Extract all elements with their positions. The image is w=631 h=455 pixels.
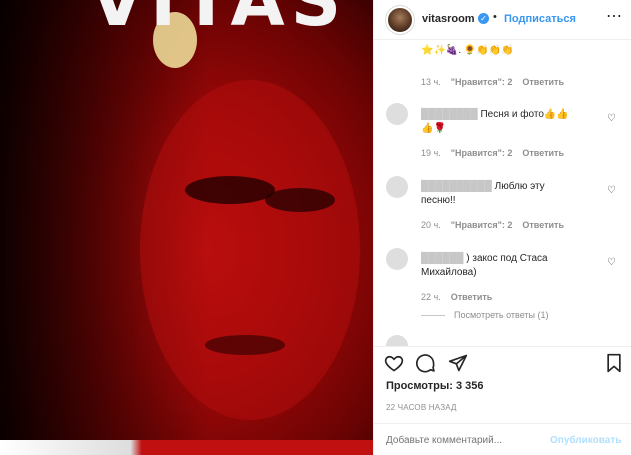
commenter-avatar[interactable] <box>386 248 408 270</box>
comment-reply-button[interactable]: Ответить <box>522 148 564 158</box>
comment-likes[interactable]: "Нравится": 2 <box>451 148 513 158</box>
comment-input[interactable] <box>386 435 546 446</box>
post-timestamp[interactable]: 22 ЧАСОВ НАЗАД <box>386 403 457 412</box>
comment-text-continued: песню!! <box>421 195 456 206</box>
comment-time[interactable]: 13 ч. <box>421 77 441 87</box>
comment-meta: 13 ч. "Нравится": 2 Ответить <box>421 77 564 87</box>
comment-reply-button[interactable]: Ответить <box>522 220 564 230</box>
comment-text: ████████ Песня и фото👍👍 <box>421 109 569 120</box>
media-face-art <box>140 12 360 420</box>
comment-text: ██████ ) закос под Стаса <box>421 253 548 264</box>
commenter-avatar[interactable] <box>386 103 408 125</box>
post-media[interactable]: VITAS <box>0 0 373 455</box>
commenter-avatar[interactable] <box>386 176 408 198</box>
comment-meta: 20 ч. "Нравится": 2 Ответить <box>421 220 564 230</box>
view-replies-line <box>421 315 445 316</box>
comment-text: ⭐✨🍇. 🌻👏👏👏 <box>421 45 514 56</box>
author-avatar[interactable] <box>386 6 414 34</box>
share-icon[interactable] <box>448 353 468 373</box>
comment-time[interactable]: 20 ч. <box>421 220 441 230</box>
comment-text-continued: Михайлова) <box>421 267 477 278</box>
comment-text: ██████████ Люблю эту <box>421 181 545 192</box>
comment-reply-button[interactable]: Ответить <box>522 77 564 87</box>
comment-time[interactable]: 22 ч. <box>421 292 441 302</box>
heart-icon[interactable] <box>384 353 404 373</box>
comment-like-icon[interactable]: ♡ <box>607 185 616 196</box>
comment-like-icon[interactable]: ♡ <box>607 257 616 268</box>
comment-icon[interactable] <box>416 353 436 373</box>
comment-meta: 19 ч. "Нравится": 2 Ответить <box>421 148 564 158</box>
comment-text-continued: 👍🌹 <box>421 123 446 134</box>
commenter-username[interactable]: ████████ <box>421 109 478 120</box>
commenter-username[interactable]: ██████ <box>421 253 464 264</box>
commenter-avatar[interactable] <box>386 335 408 346</box>
post-comment-button[interactable]: Опубликовать <box>550 435 621 446</box>
view-count[interactable]: Просмотры: 3 356 <box>386 380 484 392</box>
media-title-bottom <box>0 440 373 455</box>
view-replies-button[interactable]: Посмотреть ответы (1) <box>454 310 549 320</box>
author-username[interactable]: vitasroom <box>422 13 475 25</box>
follow-button[interactable]: Подписаться <box>504 13 576 25</box>
commenter-username[interactable]: ██████████ <box>421 181 492 192</box>
comments-list[interactable]: ⭐✨🍇. 🌻👏👏👏 13 ч. "Нравится": 2 Ответить █… <box>374 41 631 346</box>
more-options-icon[interactable]: ⋯ <box>606 6 623 26</box>
bookmark-icon[interactable] <box>604 353 624 373</box>
media-title-top: VITAS <box>90 0 348 42</box>
verified-badge-icon: ✓ <box>478 13 489 24</box>
post-header: vitasroom ✓ • Подписаться ⋯ <box>374 0 631 40</box>
comment-meta: 22 ч. Ответить <box>421 292 492 302</box>
comment-likes[interactable]: "Нравится": 2 <box>451 77 513 87</box>
comment-composer: Опубликовать <box>374 423 631 455</box>
action-bar <box>374 346 631 376</box>
comment-like-icon[interactable]: ♡ <box>607 113 616 124</box>
post-panel: vitasroom ✓ • Подписаться ⋯ ⭐✨🍇. 🌻👏👏👏 13… <box>373 0 631 455</box>
comment-reply-button[interactable]: Ответить <box>451 292 493 302</box>
comment-time[interactable]: 19 ч. <box>421 148 441 158</box>
header-separator: • <box>493 11 497 23</box>
comment-likes[interactable]: "Нравится": 2 <box>451 220 513 230</box>
